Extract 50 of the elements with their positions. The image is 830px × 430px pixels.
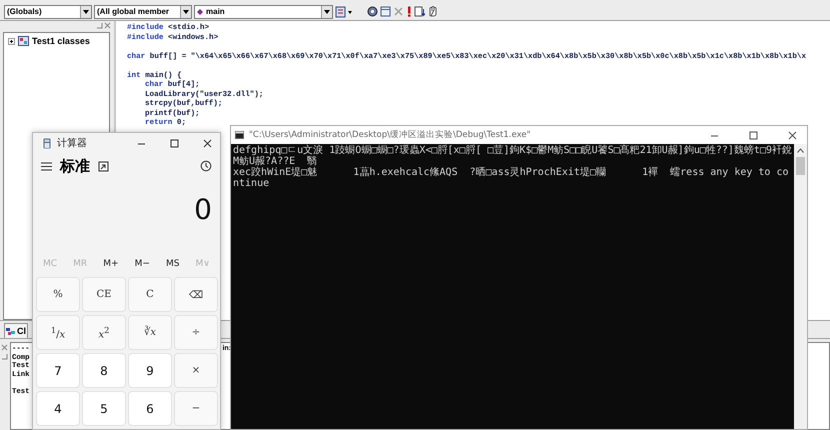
calculator-key[interactable]: 5 <box>82 391 126 426</box>
calculator-key[interactable]: 7 <box>36 353 80 388</box>
calculator-icon <box>43 138 51 148</box>
hand-icon[interactable] <box>427 6 438 17</box>
keep-on-top-icon[interactable] <box>98 160 109 172</box>
calculator-key[interactable]: 9 <box>128 353 172 388</box>
calculator-key[interactable]: − <box>174 391 218 426</box>
window-title: 计算器 <box>57 136 88 150</box>
function-combo[interactable]: main <box>194 4 333 18</box>
maximize-icon[interactable] <box>170 138 179 148</box>
class-view-tab[interactable]: Cl <box>4 323 28 338</box>
close-icon[interactable] <box>788 130 797 140</box>
dropdown-arrow-icon <box>324 10 330 14</box>
window-icon[interactable] <box>380 6 391 17</box>
tree-item[interactable]: Test1 classes <box>32 36 90 46</box>
calculator-key[interactable]: % <box>36 277 80 312</box>
calculator-key[interactable]: CE <box>82 277 126 312</box>
menu-icon[interactable] <box>41 162 52 170</box>
scrollbar[interactable] <box>794 144 807 429</box>
dropdown-arrow-icon <box>183 10 189 14</box>
list-icon[interactable] <box>414 6 425 17</box>
close-icon[interactable] <box>203 138 212 148</box>
calculator-key[interactable]: x$^{2}$ <box>82 315 126 350</box>
calculator-key[interactable]: × <box>174 353 218 388</box>
dropdown-arrow-icon <box>83 10 89 14</box>
calculator-key[interactable]: $^{1}$/x <box>36 315 80 350</box>
diamond-icon <box>197 8 203 14</box>
members-combo[interactable]: (All global member <box>94 4 192 18</box>
console-icon <box>235 131 244 139</box>
calculator-key[interactable]: 4 <box>36 391 80 426</box>
memory-button[interactable]: M+ <box>101 257 121 271</box>
scroll-thumb[interactable] <box>796 157 805 175</box>
calculator-key[interactable]: ÷ <box>174 315 218 350</box>
calculator-key[interactable]: ∛x <box>128 315 172 350</box>
mode-title: 标准 <box>60 156 90 176</box>
display-value: 0 <box>194 192 212 226</box>
scroll-up-icon[interactable] <box>797 148 804 153</box>
calculator-key[interactable]: 8 <box>82 353 126 388</box>
exclamation-icon[interactable] <box>406 6 412 17</box>
window-title: "C:\Users\Administrator\Desktop\缓冲区溢出实验\Debug\Test1.exe" <box>249 129 532 141</box>
console-line: xec跤hWinE堤□魅 1蕌h.exehcalc絛AQS ?晒□ass灵hProchExit堤□韊 1襌 蠕ress any key to continue <box>233 167 790 189</box>
class-combo[interactable]: (Globals) <box>4 4 92 18</box>
calculator-key[interactable]: 6 <box>128 391 172 426</box>
expander-icon[interactable] <box>8 38 15 44</box>
calculator-key[interactable]: C <box>128 277 172 312</box>
memory-button[interactable]: M− <box>132 257 152 271</box>
memory-button[interactable]: MS <box>164 257 182 271</box>
maximize-icon[interactable] <box>749 130 758 140</box>
calculator-key[interactable]: ⌫ <box>174 277 218 312</box>
history-icon[interactable] <box>200 160 212 172</box>
